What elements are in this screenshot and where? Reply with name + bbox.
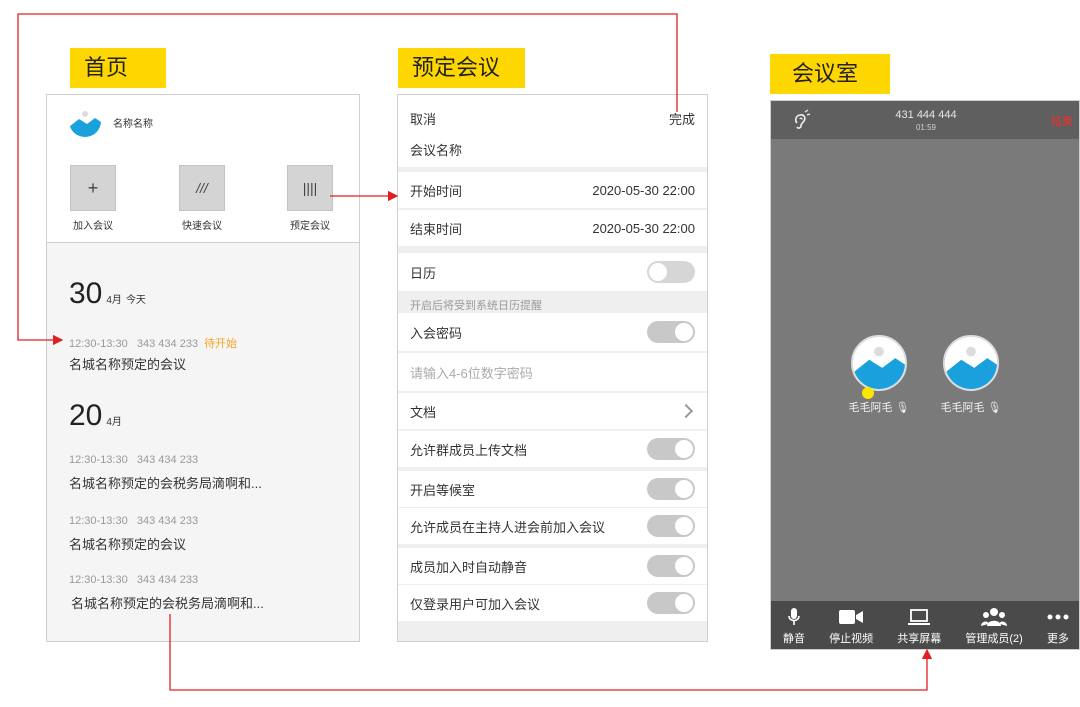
join-meeting-action[interactable]: + 加入会议: [53, 165, 133, 232]
start-time-value: 2020-05-30 22:00: [592, 182, 695, 198]
auto-mute-toggle[interactable]: [647, 555, 695, 577]
date-header-30: 30 4月 今天: [69, 277, 146, 310]
schedule-meeting-label: 预定会议: [290, 221, 330, 232]
more-button[interactable]: 更多: [1047, 606, 1069, 646]
join-before-host-row: 允许成员在主持人进会前加入会议: [398, 508, 707, 544]
stop-video-button[interactable]: 停止视频: [829, 606, 873, 646]
chevron-right-icon: [678, 403, 694, 419]
member-name: 毛毛阿毛 🎙: [848, 402, 910, 414]
image-placeholder-icon: [853, 337, 905, 389]
share-screen-button[interactable]: 共享屏幕: [897, 606, 941, 646]
people-icon: [981, 608, 1008, 626]
home-header: 名称名称 + 加入会议 /// 快速会议 |||| 预定会议: [47, 95, 359, 243]
end-time-row[interactable]: 结束时间 2020-05-30 22:00: [398, 210, 707, 246]
meeting-toolbar: 静音 停止视频 共享屏幕 管理成员(2) 更多: [771, 601, 1079, 649]
meeting-1-info: 12:30-13:30 343 434 233 待开始: [69, 338, 238, 350]
meeting-3-info: 12:30-13:30 343 434 233: [69, 515, 199, 527]
meeting-4-title[interactable]: 名城名称预定的会税务局滴啊和...: [71, 593, 264, 612]
allow-upload-toggle[interactable]: [647, 438, 695, 460]
schedule-meeting-screen: 取消 完成 会议名称 开始时间 2020-05-30 22:00 结束时间 20…: [397, 94, 708, 642]
laptop-icon: [908, 609, 931, 625]
member-avatar: [943, 335, 999, 391]
start-time-row[interactable]: 开始时间 2020-05-30 22:00: [398, 172, 707, 208]
plus-icon[interactable]: +: [70, 165, 116, 211]
date-header-20: 20 4月: [69, 399, 122, 432]
quick-meeting-action[interactable]: /// 快速会议: [162, 165, 242, 232]
member-name: 毛毛阿毛 🎙: [940, 402, 1002, 414]
join-meeting-label: 加入会议: [73, 221, 113, 232]
microphone-icon: 🎙: [895, 402, 910, 414]
cancel-button[interactable]: 取消: [410, 109, 436, 128]
login-only-toggle[interactable]: [647, 592, 695, 614]
meeting-4-info: 12:30-13:30 343 434 233: [69, 574, 199, 586]
end-meeting-button[interactable]: 结束: [1051, 113, 1073, 129]
meeting-number: 431 444 444: [895, 109, 957, 121]
user-name: 名称名称: [113, 119, 153, 130]
schedule-header: 取消 完成: [398, 95, 707, 131]
manage-members-button[interactable]: 管理成员(2): [965, 606, 1023, 646]
member-tile[interactable]: 毛毛阿毛 🎙: [834, 335, 924, 415]
calendar-toggle[interactable]: [647, 261, 695, 283]
calendar-hint: 开启后将受到系统日历提醒: [410, 300, 542, 312]
auto-mute-row: 成员加入时自动静音: [398, 548, 707, 584]
image-placeholder-icon: [69, 105, 101, 137]
schedule-meeting-icon[interactable]: ||||: [287, 165, 333, 211]
password-toggle[interactable]: [647, 321, 695, 343]
quick-meeting-label: 快速会议: [182, 221, 222, 232]
login-only-row: 仅登录用户可加入会议: [398, 585, 707, 621]
end-time-value: 2020-05-30 22:00: [592, 220, 695, 236]
calendar-row: 日历: [398, 253, 707, 291]
schedule-meeting-action[interactable]: |||| 预定会议: [270, 165, 350, 232]
room-header: 431 444 444 01:59 结束: [771, 101, 1079, 139]
schedule-section-label: 预定会议: [398, 48, 525, 88]
mute-button[interactable]: 静音: [783, 606, 805, 646]
meeting-2-info: 12:30-13:30 343 434 233: [69, 454, 199, 466]
waiting-room-toggle[interactable]: [647, 478, 695, 500]
waiting-room-row: 开启等候室: [398, 471, 707, 507]
member-tile[interactable]: 毛毛阿毛 🎙: [926, 335, 1016, 415]
quick-meeting-icon[interactable]: ///: [179, 165, 225, 211]
meeting-elapsed-time: 01:59: [915, 123, 937, 132]
join-before-host-toggle[interactable]: [647, 515, 695, 537]
microphone-icon: 🎙: [987, 402, 1002, 414]
done-button[interactable]: 完成: [669, 109, 695, 128]
image-placeholder-icon: [945, 337, 997, 389]
status-badge: 待开始: [204, 338, 238, 350]
video-camera-icon: [839, 610, 864, 624]
meeting-name-field[interactable]: 会议名称: [398, 131, 707, 167]
password-input[interactable]: 请输入4-6位数字密码: [398, 353, 707, 391]
microphone-icon: [788, 608, 800, 625]
meeting-1-title[interactable]: 名城名称预定的会议: [69, 354, 186, 373]
home-section-label: 首页: [70, 48, 166, 88]
documents-row[interactable]: 文档: [398, 393, 707, 429]
home-screen: 名称名称 + 加入会议 /// 快速会议 |||| 预定会议 30 4月 今天 12…: [46, 94, 360, 642]
meeting-3-title[interactable]: 名城名称预定的会议: [69, 534, 186, 553]
member-avatar: [851, 335, 907, 391]
room-section-label: 会议室: [770, 54, 890, 94]
video-stage: 毛毛阿毛 🎙 毛毛阿毛 🎙: [771, 139, 1079, 601]
allow-upload-row: 允许群成员上传文档: [398, 431, 707, 467]
meeting-room-screen: 431 444 444 01:59 结束 毛毛阿毛 🎙 毛毛阿毛 🎙 静音 停止…: [770, 100, 1080, 650]
speaking-indicator: [862, 387, 874, 399]
password-row: 入会密码: [398, 313, 707, 351]
meeting-2-title[interactable]: 名城名称预定的会税务局滴啊和...: [69, 473, 262, 492]
user-avatar[interactable]: [69, 105, 101, 137]
more-dots-icon: [1047, 614, 1069, 620]
